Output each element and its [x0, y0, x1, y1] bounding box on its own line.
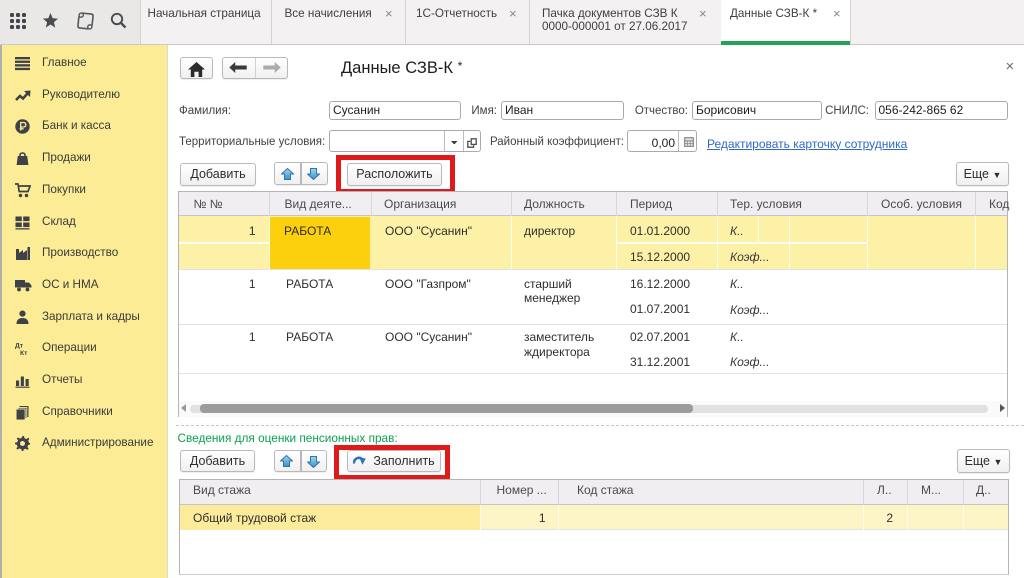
- svg-text:Кт: Кт: [20, 350, 28, 356]
- svg-text:Дт: Дт: [15, 343, 24, 350]
